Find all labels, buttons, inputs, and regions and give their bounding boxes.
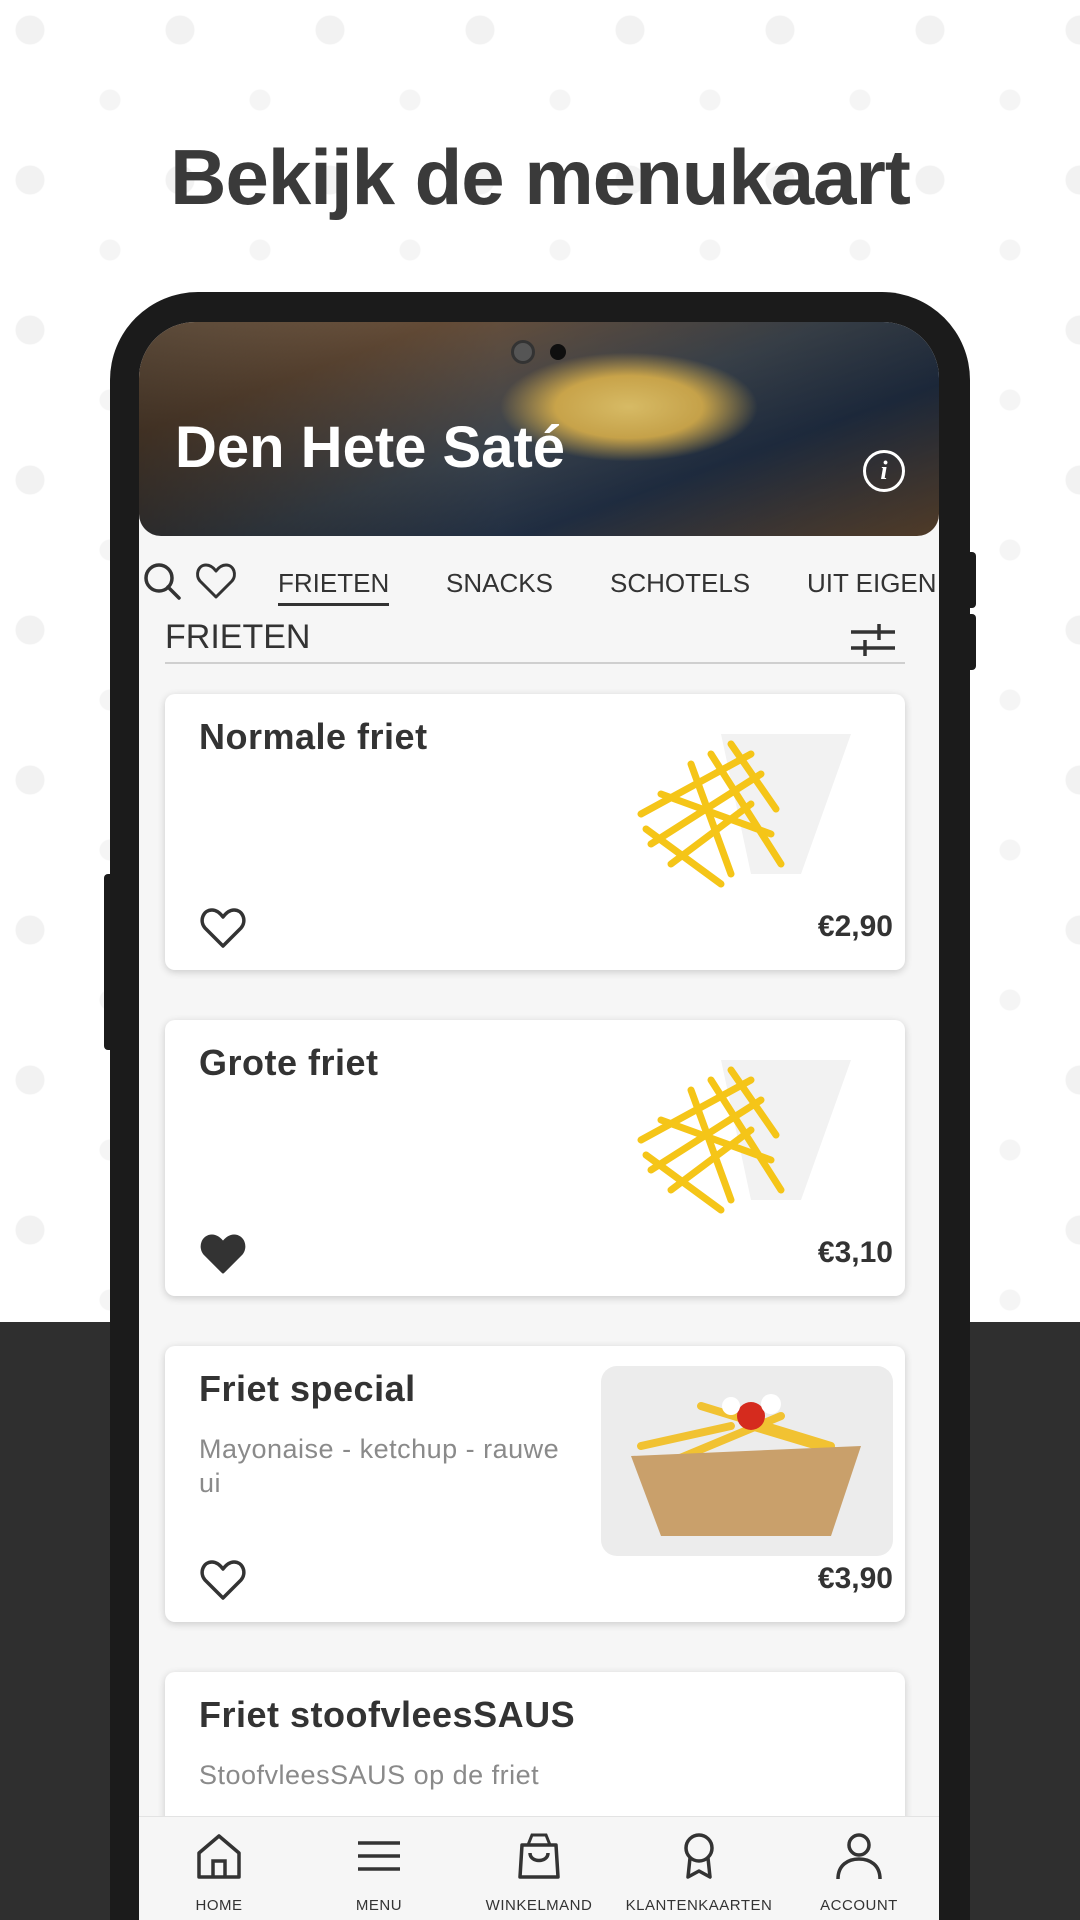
item-name: Normale friet	[199, 716, 428, 757]
item-price: €3,10	[817, 1236, 893, 1269]
nav-menu[interactable]: MENU	[299, 1817, 459, 1920]
fries-special-tray-image	[601, 1366, 893, 1556]
nav-label: ACCOUNT	[820, 1897, 898, 1914]
front-camera	[511, 340, 535, 364]
tab-snacks[interactable]: SNACKS	[446, 568, 553, 599]
nav-label: KLANTENKAARTEN	[625, 1897, 773, 1914]
item-name: Friet stoofvleesSAUS	[199, 1694, 576, 1735]
restaurant-name: Den Hete Saté	[175, 415, 566, 480]
item-name: Friet special	[199, 1368, 416, 1409]
favorite-heart-icon[interactable]	[199, 906, 247, 950]
search-icon[interactable]	[141, 560, 183, 602]
fries-cone-image	[637, 1060, 851, 1214]
item-price: €3,90	[817, 1562, 893, 1595]
tab-frieten[interactable]: FRIETEN	[278, 568, 390, 606]
user-icon	[836, 1833, 882, 1880]
menu-icon	[358, 1841, 400, 1871]
nav-account[interactable]: ACCOUNT	[779, 1817, 939, 1920]
nav-label: HOME	[195, 1897, 243, 1914]
nav-winkelmand[interactable]: WINKELMAND	[459, 1817, 619, 1920]
promo-title: Bekijk de menukaart	[170, 133, 911, 221]
section-header: FRIETEN	[165, 606, 905, 664]
tab-schotels[interactable]: SCHOTELS	[610, 568, 750, 599]
section-title: FRIETEN	[165, 618, 311, 656]
category-tabbar: FRIETEN SNACKS SCHOTELS UIT EIGEN	[139, 552, 939, 612]
menu-item-card[interactable]: Normale friet €2,90	[165, 694, 905, 970]
filter-sliders-icon[interactable]	[849, 620, 897, 660]
item-price: €2,90	[817, 910, 893, 943]
favorites-heart-icon[interactable]	[195, 560, 237, 602]
nav-label: MENU	[355, 1897, 403, 1914]
item-description: Mayonaise - ketchup - rauwe ui	[199, 1434, 560, 1498]
nav-klantenkaarten[interactable]: KLANTENKAARTEN	[619, 1817, 779, 1920]
home-icon	[197, 1834, 241, 1879]
menu-item-card[interactable]: Grote friet €3,10	[165, 1020, 905, 1296]
tab-uit-eigen[interactable]: UIT EIGEN	[807, 568, 937, 599]
nav-home[interactable]: HOME	[139, 1817, 299, 1920]
fries-cone-image	[637, 734, 851, 888]
info-icon[interactable]: i	[863, 450, 905, 492]
bottom-navigation: HOME MENU WINKELMAND KLANTENKAARTEN ACCO…	[139, 1816, 939, 1920]
award-icon	[684, 1833, 714, 1879]
nav-label: WINKELMAND	[485, 1897, 593, 1914]
favorite-heart-icon[interactable]	[199, 1558, 247, 1602]
camera-sensor	[550, 344, 566, 360]
item-name: Grote friet	[199, 1042, 379, 1083]
favorite-heart-filled-icon[interactable]	[199, 1232, 247, 1276]
item-description: StoofvleesSAUS op de friet	[199, 1760, 540, 1790]
shopping-bag-icon	[518, 1833, 560, 1879]
menu-item-card[interactable]: Friet special Mayonaise - ketchup - rauw…	[165, 1346, 905, 1622]
restaurant-header: Den Hete Saté i	[139, 322, 939, 536]
phone-screen: Den Hete Saté i FRIETEN SNACKS SCHOTELS …	[139, 322, 939, 1920]
